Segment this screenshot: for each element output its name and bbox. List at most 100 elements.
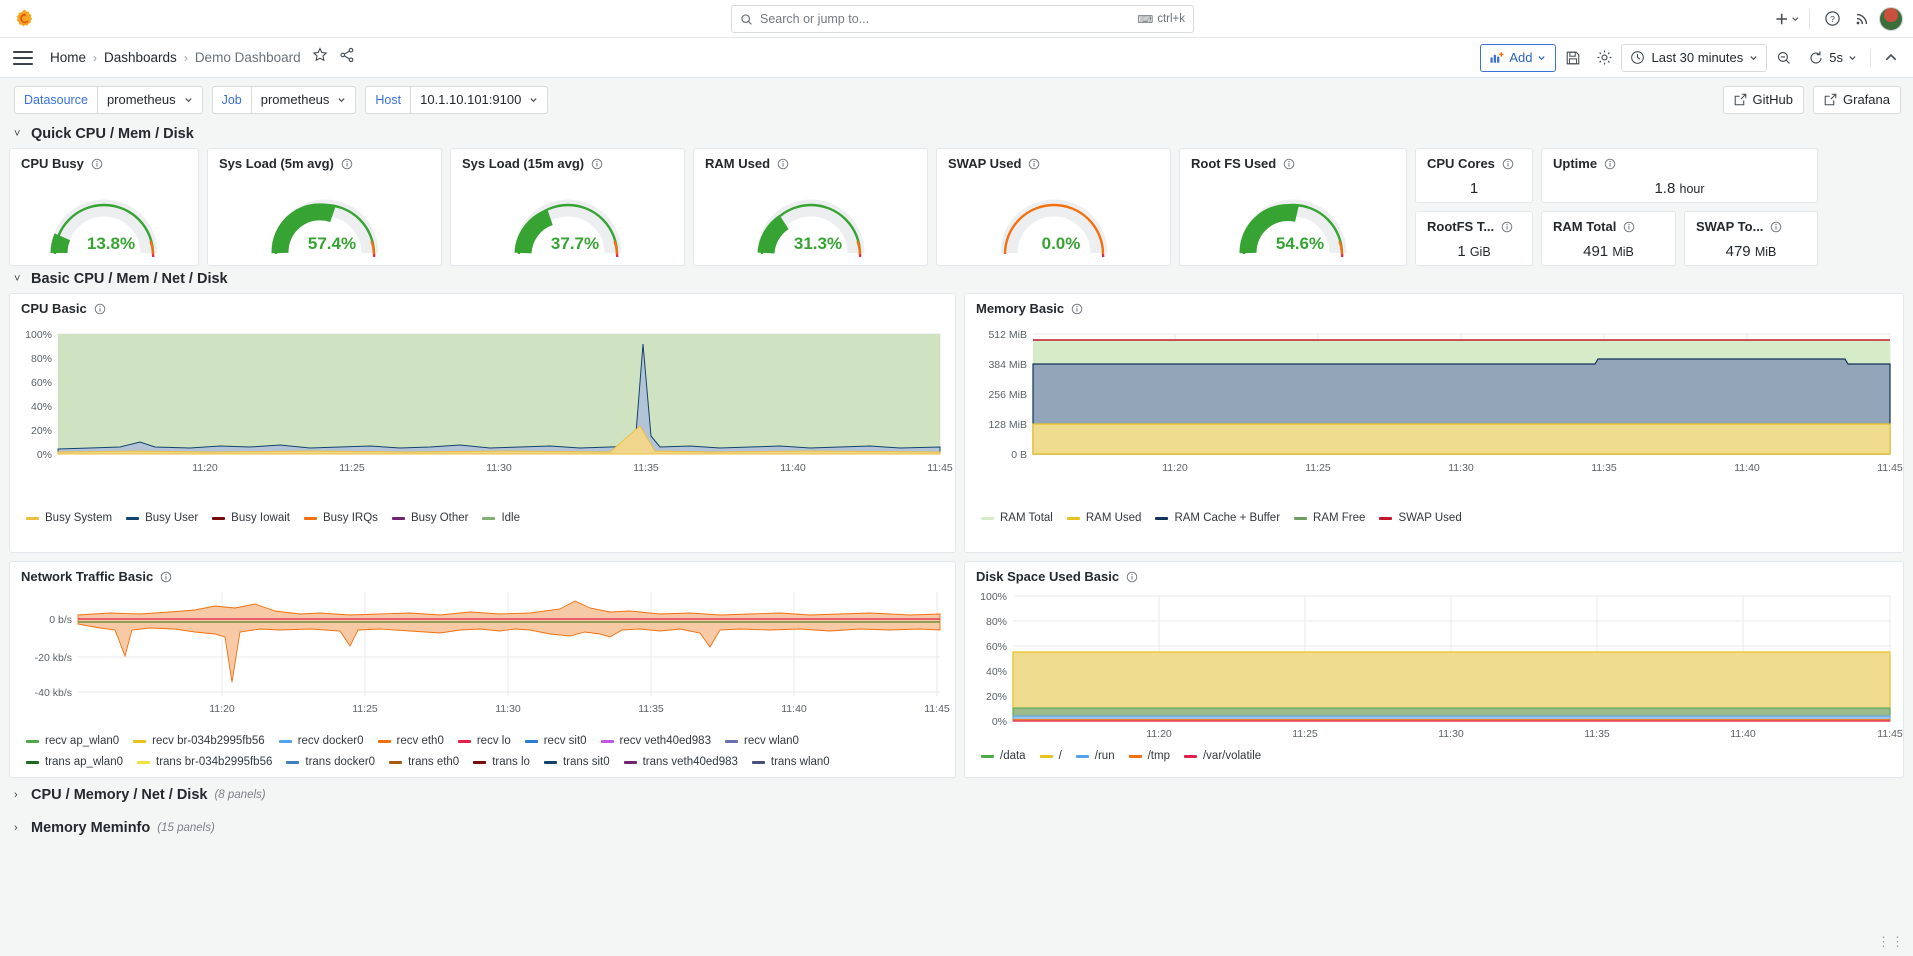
resize-handle-icon[interactable]: ⋮⋮ [1877, 934, 1905, 950]
legend-item[interactable]: Busy IRQs [304, 509, 378, 527]
info-icon[interactable] [91, 158, 103, 170]
legend-item[interactable]: recv eth0 [378, 732, 444, 750]
zoom-out-time-button[interactable] [1770, 44, 1798, 72]
chevron-right-icon: › [14, 789, 24, 801]
chevron-down-icon [529, 95, 538, 104]
chevron-right-icon: › [14, 822, 24, 834]
add-panel-button[interactable]: Add [1480, 44, 1556, 72]
legend-item[interactable]: recv wlan0 [725, 732, 799, 750]
dashboard-settings-button[interactable] [1590, 44, 1618, 72]
share-icon[interactable] [339, 47, 355, 68]
refresh-picker[interactable]: 5s [1801, 44, 1864, 72]
legend-item[interactable]: recv docker0 [279, 732, 364, 750]
row-header-memory-meminfo[interactable]: › Memory Meminfo (15 panels) [0, 809, 1913, 842]
legend-item[interactable]: /var/volatile [1184, 747, 1261, 765]
legend-item[interactable]: recv veth40ed983 [601, 732, 711, 750]
info-icon[interactable] [94, 303, 106, 315]
grafana-logo-icon[interactable] [14, 8, 36, 30]
panel-title-row: CPU Busy [10, 149, 198, 171]
breadcrumb-dashboards[interactable]: Dashboards [104, 50, 177, 65]
legend-item[interactable]: trans wlan0 [752, 753, 830, 771]
y-tick: 60% [31, 377, 52, 389]
search-input[interactable]: Search or jump to... ⌨ ctrl+k [731, 5, 1194, 33]
favorite-star-icon[interactable] [312, 47, 328, 68]
panel-title: CPU Cores [1427, 156, 1495, 171]
info-icon[interactable] [777, 158, 789, 170]
legend-item[interactable]: SWAP Used [1379, 509, 1461, 527]
info-icon[interactable] [1770, 221, 1782, 233]
row-header-quick-cpu-mem-disk[interactable]: ˅ Quick CPU / Mem / Disk [0, 121, 1913, 148]
collapse-toolbar-button[interactable] [1877, 44, 1905, 72]
panel-disk-space-used-basic: Disk Space Used Basic 100% 80% 60% 40% 2… [964, 561, 1904, 778]
legend-item[interactable]: trans eth0 [389, 753, 459, 771]
stat-value-box: 1.8 hour [1542, 171, 1817, 205]
legend-swatch [26, 761, 39, 764]
grafana-link-button[interactable]: Grafana [1813, 86, 1901, 114]
legend-item[interactable]: RAM Used [1067, 509, 1142, 527]
info-icon[interactable] [1623, 221, 1635, 233]
variable-select[interactable]: prometheus [97, 86, 203, 114]
github-link-button[interactable]: GitHub [1723, 86, 1804, 114]
info-icon[interactable] [341, 158, 353, 170]
legend-item[interactable]: /data [981, 747, 1026, 765]
time-range-label: Last 30 minutes [1651, 50, 1743, 65]
gauge: 31.3% [694, 173, 927, 257]
legend-item[interactable]: Busy Iowait [212, 509, 290, 527]
legend-item[interactable]: RAM Free [1294, 509, 1365, 527]
y-tick: 256 MiB [988, 389, 1027, 401]
legend-item[interactable]: Busy System [26, 509, 112, 527]
row-header-basic-cpu-mem-net-disk[interactable]: ˅ Basic CPU / Mem / Net / Disk [0, 266, 1913, 293]
legend-item[interactable]: recv ap_wlan0 [26, 732, 119, 750]
info-icon[interactable] [1283, 158, 1295, 170]
time-range-picker[interactable]: Last 30 minutes [1621, 44, 1767, 72]
avatar[interactable] [1879, 7, 1903, 31]
info-icon[interactable] [1502, 158, 1514, 170]
menu-toggle-button[interactable] [13, 51, 33, 65]
info-icon[interactable] [1604, 158, 1616, 170]
legend-item[interactable]: Busy User [126, 509, 198, 527]
variable-select[interactable]: 10.1.10.101:9100 [410, 86, 548, 114]
legend-item[interactable]: / [1040, 747, 1062, 765]
legend-item[interactable]: RAM Cache + Buffer [1155, 509, 1280, 527]
legend-swatch [752, 761, 765, 764]
legend-item[interactable]: trans veth40ed983 [624, 753, 738, 771]
legend-item[interactable]: recv lo [458, 732, 511, 750]
row-header-cpu-memory-net-disk[interactable]: › CPU / Memory / Net / Disk (8 panels) [0, 778, 1913, 809]
legend-item[interactable]: /run [1076, 747, 1115, 765]
info-icon[interactable] [591, 158, 603, 170]
legend-item[interactable]: trans ap_wlan0 [26, 753, 123, 771]
legend-item[interactable]: trans docker0 [286, 753, 375, 771]
legend-item[interactable]: trans lo [473, 753, 530, 771]
panel-title: CPU Busy [21, 156, 84, 171]
y-tick: 100% [980, 591, 1007, 603]
legend-item[interactable]: trans br-034b2995fb56 [137, 753, 272, 771]
info-icon[interactable] [1126, 571, 1138, 583]
legend-item[interactable]: RAM Total [981, 509, 1053, 527]
legend-item[interactable]: trans sit0 [544, 753, 610, 771]
legend-item[interactable]: Idle [482, 509, 520, 527]
legend-item[interactable]: recv sit0 [525, 732, 587, 750]
row-title: Memory Meminfo [31, 820, 150, 836]
variable-select[interactable]: prometheus [251, 86, 357, 114]
clock-icon [1630, 50, 1645, 65]
info-icon[interactable] [1028, 158, 1040, 170]
new-menu-button[interactable] [1774, 6, 1800, 32]
help-button[interactable]: ? [1819, 6, 1845, 32]
info-icon[interactable] [1071, 303, 1083, 315]
breadcrumb-home[interactable]: Home [50, 50, 86, 65]
variable-value: prometheus [107, 92, 176, 107]
info-icon[interactable] [1501, 221, 1513, 233]
legend-item[interactable]: Busy Other [392, 509, 469, 527]
legend-item[interactable]: /tmp [1129, 747, 1170, 765]
legend-item[interactable]: recv br-034b2995fb56 [133, 732, 265, 750]
chevron-down-icon [1749, 53, 1758, 62]
memory-basic-plot: 512 MiB 384 MiB 256 MiB 128 MiB 0 B 11:2… [965, 316, 1905, 501]
panel-root-fs-used: Root FS Used 54.6% [1179, 148, 1407, 266]
series-recv-area [78, 601, 940, 619]
panel-title: CPU Basic [21, 301, 87, 316]
x-tick: 11:20 [1146, 728, 1172, 739]
news-button[interactable] [1849, 6, 1875, 32]
info-icon[interactable] [160, 571, 172, 583]
legend-label: trans docker0 [305, 756, 375, 768]
save-dashboard-button[interactable] [1559, 44, 1587, 72]
